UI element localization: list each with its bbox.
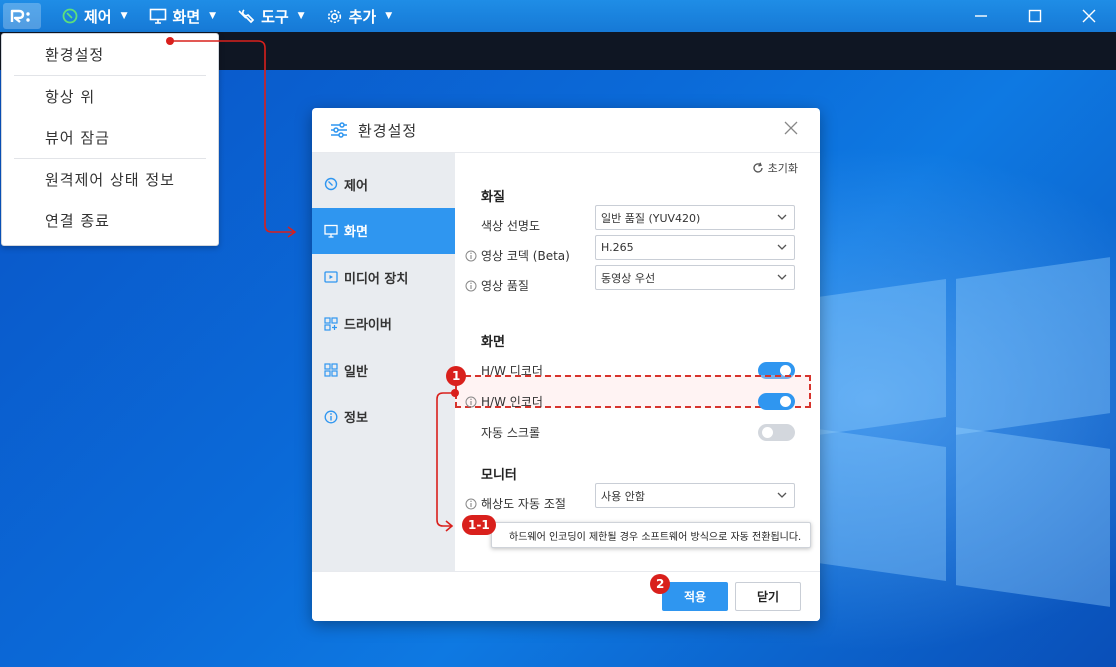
menu-more-label: 추가 [348,7,377,26]
info-icon [324,410,338,424]
menu-screen[interactable]: 화면 ▼ [149,6,217,27]
maximize-button[interactable] [1008,0,1062,32]
maximize-icon [1028,9,1042,23]
auto-resolution-row-label: 해상도 자동 조절 [465,495,566,512]
sidebar-item-media[interactable]: 미디어 장치 [312,254,455,301]
chevron-down-icon [777,492,787,498]
menu-item-disconnect[interactable]: 연결 종료 [2,200,218,241]
dialog-header: 환경설정 [312,108,820,153]
sidebar-item-general[interactable]: 일반 [312,347,455,394]
auto-scroll-label: 자동 스크롤 [481,426,541,440]
hw-encoder-row-label: H/W 인코더 [465,393,543,410]
sidebar-item-label: 제어 [344,178,368,194]
menu-tools[interactable]: 도구 ▼ [237,6,305,27]
control-icon [62,8,78,24]
caret-down-icon: ▼ [385,11,393,21]
minimize-icon [975,15,987,17]
windows-logo [770,257,1110,607]
toggle-knob [762,427,773,438]
sidebar-item-label: 미디어 장치 [344,271,409,287]
hw-encoder-label: H/W 인코더 [481,395,543,409]
monitor-icon [149,8,167,24]
menu-control[interactable]: 제어 ▼ [62,6,128,27]
grid-icon [324,363,338,377]
close-icon [784,121,798,135]
annotation-badge-1-1: 1-1 [462,515,496,535]
close-icon [1082,9,1096,23]
apply-button[interactable]: 적용 [662,582,728,611]
sidebar-item-label: 정보 [344,411,368,427]
wrench-icon [237,8,255,24]
dialog-close-button[interactable] [784,121,802,139]
caret-down-icon: ▼ [297,11,305,21]
dialog-footer: 적용 닫기 [312,571,820,621]
menu-more[interactable]: 추가 ▼ [326,6,393,27]
settings-panel-lower: H/W 인코더 자동 스크롤 모니터 해상도 자동 조절 사용 안함 [455,153,820,571]
info-icon[interactable] [465,498,477,510]
driver-icon [324,317,338,331]
menu-tools-label: 도구 [261,7,289,26]
sliders-icon [331,122,347,138]
menu-control-label: 제어 [84,7,112,26]
minimize-button[interactable] [954,0,1008,32]
caret-down-icon: ▼ [209,11,217,21]
close-button[interactable]: 닫기 [735,582,801,611]
auto-scroll-toggle[interactable] [758,424,795,441]
sidebar-item-label: 드라이버 [344,318,392,334]
media-icon [324,270,338,284]
sidebar-item-control[interactable]: 제어 [312,161,455,208]
hw-encoder-toggle[interactable] [758,393,795,410]
toggle-knob [780,396,791,407]
gear-icon [326,8,343,25]
sidebar-item-info[interactable]: 정보 [312,394,455,441]
info-icon[interactable] [465,396,477,408]
auto-resolution-label: 해상도 자동 조절 [481,497,566,511]
hw-encoder-tooltip: 하드웨어 인코딩이 제한될 경우 소프트웨어 방식으로 자동 전환됩니다. [491,522,811,548]
monitor-icon [324,224,338,238]
app-logo-button[interactable] [3,3,41,29]
close-window-button[interactable] [1062,0,1116,32]
control-icon [324,177,338,191]
app-logo-icon [10,9,30,23]
sidebar-item-label: 화면 [344,225,368,241]
dialog-title: 환경설정 [358,121,418,140]
caret-down-icon: ▼ [120,11,128,21]
menu-item-remote-status[interactable]: 원격제어 상태 정보 [2,159,218,200]
sidebar-item-screen[interactable]: 화면 [312,207,455,254]
menu-item-viewer-lock[interactable]: 뷰어 잠금 [2,117,218,158]
auto-resolution-select[interactable]: 사용 안함 [595,483,795,508]
more-dropdown-menu: 환경설정 항상 위 뷰어 잠금 원격제어 상태 정보 연결 종료 [1,33,219,246]
menu-item-always-on-top[interactable]: 항상 위 [2,76,218,117]
sidebar-item-driver[interactable]: 드라이버 [312,301,455,348]
sidebar-item-label: 일반 [344,364,368,380]
viewer-toolbar: 제어 ▼ 화면 ▼ 도구 ▼ 추가 ▼ [0,0,1116,32]
settings-sidebar: 제어 화면 미디어 장치 드라이버 일반 정보 [312,153,455,571]
menu-screen-label: 화면 [172,7,201,26]
auto-resolution-value: 사용 안함 [601,489,645,503]
monitor-section-title: 모니터 [481,468,517,483]
menu-item-settings[interactable]: 환경설정 [2,34,218,75]
